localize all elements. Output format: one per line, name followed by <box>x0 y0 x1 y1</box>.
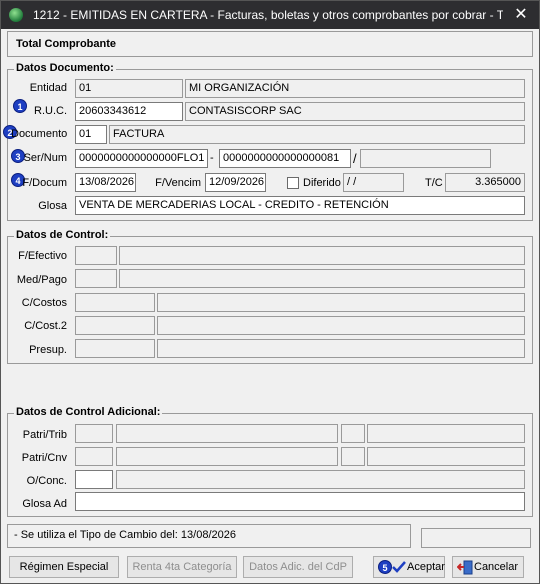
presup-desc <box>157 339 525 358</box>
fdocum-input[interactable]: 13/08/2026 <box>75 173 136 192</box>
fefectivo-desc <box>119 246 525 265</box>
tc-value: 3.365000 <box>445 173 525 192</box>
patri-cnv-code2[interactable] <box>341 447 365 466</box>
diferido-label: Diferido <box>303 177 341 189</box>
documento-code-input[interactable]: 01 <box>75 125 107 144</box>
entidad-code: 01 <box>75 79 183 98</box>
medpago-label: Med/Pago <box>16 274 67 286</box>
datos-control-adicional-legend: Datos de Control Adicional: <box>14 406 163 418</box>
renta-4ta-button[interactable]: Renta 4ta Categoría <box>127 556 237 578</box>
medpago-desc <box>119 269 525 288</box>
fefectivo-label: F/Efectivo <box>18 250 67 262</box>
patri-trib-code[interactable] <box>75 424 113 443</box>
datos-control-legend: Datos de Control: <box>14 229 111 241</box>
patri-trib-desc2 <box>367 424 525 443</box>
ccostos-desc <box>157 293 525 312</box>
patri-trib-label: Patri/Trib <box>22 429 67 441</box>
glosa-label: Glosa <box>38 200 67 212</box>
step-badge-1: 1 <box>13 99 27 113</box>
fvencim-input[interactable]: 12/09/2026 <box>205 173 266 192</box>
patri-trib-code2[interactable] <box>341 424 365 443</box>
documento-label: Documento <box>11 128 68 140</box>
ccost2-label: C/Cost.2 <box>24 320 67 332</box>
numero-input[interactable]: 0000000000000000081 <box>219 149 351 168</box>
step-badge-5: 5 <box>378 560 392 574</box>
cancelar-button[interactable]: Cancelar <box>452 556 524 578</box>
close-icon[interactable]: ✕ <box>511 5 531 25</box>
checkmark-icon <box>392 561 406 573</box>
oconc-input[interactable] <box>75 470 113 489</box>
fefectivo-code[interactable] <box>75 246 117 265</box>
ccost2-desc <box>157 316 525 335</box>
status-extra <box>421 528 531 548</box>
patri-cnv-desc <box>116 447 338 466</box>
datos-documento-legend: Datos Documento: <box>14 62 116 74</box>
oconc-label: O/Conc. <box>26 475 67 487</box>
patri-cnv-label: Patri/Cnv <box>21 452 67 464</box>
entidad-label: Entidad <box>29 82 67 94</box>
aceptar-label: Aceptar <box>407 561 445 573</box>
glosa-ad-label: Glosa Ad <box>22 498 67 510</box>
glosa-input[interactable]: VENTA DE MERCADERIAS LOCAL - CREDITO - R… <box>75 196 525 215</box>
fvencim-label: F/Vencim <box>155 177 201 189</box>
presup-code[interactable] <box>75 339 155 358</box>
oconc-desc <box>116 470 525 489</box>
title-bar: 1212 - EMITIDAS EN CARTERA - Facturas, b… <box>1 1 539 29</box>
exit-door-icon <box>457 560 473 575</box>
app-logo-icon <box>9 8 23 22</box>
diferido-checkbox[interactable] <box>287 177 299 189</box>
numero-extra <box>360 149 491 168</box>
documento-name: FACTURA <box>109 125 525 144</box>
ccostos-label: C/Costos <box>21 297 67 309</box>
total-label: Total Comprobante <box>16 38 117 50</box>
cancelar-label: Cancelar <box>474 561 519 573</box>
regimen-especial-button[interactable]: Régimen Especial <box>9 556 119 578</box>
ruc-label: R.U.C. <box>34 105 67 117</box>
ruc-name: CONTASISCORP SAC <box>185 102 525 121</box>
ruc-input[interactable]: 20603343612 <box>75 102 183 121</box>
diferido-date: / / <box>343 173 404 192</box>
serie-dash: - <box>210 152 214 164</box>
serie-input[interactable]: 0000000000000000FLO1 <box>75 149 208 168</box>
tc-label: T/C <box>425 177 443 189</box>
fdocum-label: F/Docum <box>22 177 67 189</box>
datos-adic-cdp-button[interactable]: Datos Adic. del CdP <box>243 556 353 578</box>
medpago-code[interactable] <box>75 269 117 288</box>
patri-cnv-desc2 <box>367 447 525 466</box>
ccostos-code[interactable] <box>75 293 155 312</box>
patri-trib-desc <box>116 424 338 443</box>
glosa-ad-input[interactable] <box>75 492 525 511</box>
numero-slash: / <box>353 151 357 166</box>
aceptar-button[interactable]: 5 Aceptar <box>373 556 445 578</box>
window-title: 1212 - EMITIDAS EN CARTERA - Facturas, b… <box>33 8 503 22</box>
patri-cnv-code[interactable] <box>75 447 113 466</box>
presup-label: Presup. <box>29 344 67 356</box>
entidad-name: MI ORGANIZACIÓN <box>185 79 525 98</box>
sernum-label: Ser/Num <box>23 152 67 164</box>
dialog-window: 1212 - EMITIDAS EN CARTERA - Facturas, b… <box>0 0 540 584</box>
status-message: - Se utiliza el Tipo de Cambio del: 13/0… <box>7 524 411 548</box>
total-panel: Total Comprobante <box>7 31 533 57</box>
ccost2-code[interactable] <box>75 316 155 335</box>
